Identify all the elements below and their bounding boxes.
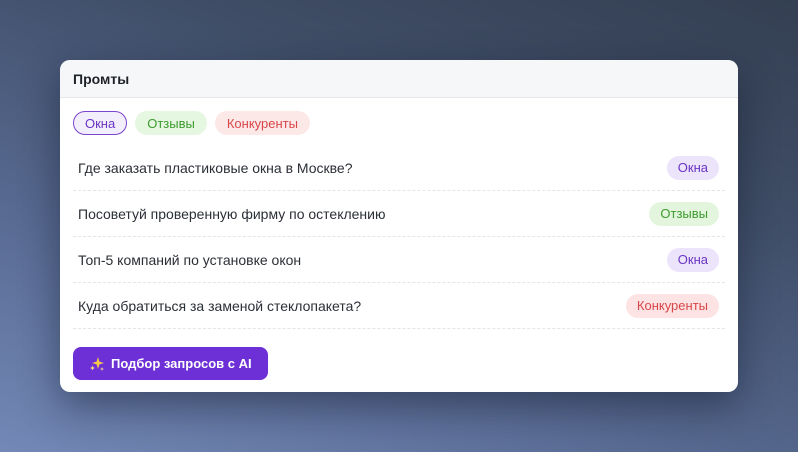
prompt-row[interactable]: Посоветуй проверенную фирму по остеклени… bbox=[73, 191, 725, 237]
prompt-text: Куда обратиться за заменой стеклопакета? bbox=[78, 297, 362, 314]
prompt-text: Топ-5 компаний по установке окон bbox=[78, 251, 302, 268]
card-header: Промты bbox=[60, 60, 738, 98]
prompt-row[interactable]: Топ-5 компаний по установке окон Окна bbox=[73, 237, 725, 283]
prompt-tag: Окна bbox=[666, 155, 719, 180]
prompt-tag: Конкуренты bbox=[625, 293, 719, 318]
filter-chips: Окна Отзывы Конкуренты bbox=[60, 98, 738, 137]
ai-button-label: Подбор запросов с AI bbox=[111, 356, 252, 371]
prompts-card: Промты Окна Отзывы Конкуренты Где заказа… bbox=[60, 60, 738, 392]
prompt-text: Посоветуй проверенную фирму по остеклени… bbox=[78, 205, 386, 222]
card-title: Промты bbox=[73, 70, 130, 87]
prompt-tag: Окна bbox=[666, 247, 719, 272]
filter-chip-competitors[interactable]: Конкуренты bbox=[214, 111, 310, 135]
prompt-list: Где заказать пластиковые окна в Москве? … bbox=[73, 137, 725, 329]
prompt-row[interactable]: Куда обратиться за заменой стеклопакета?… bbox=[73, 283, 725, 329]
prompt-text: Где заказать пластиковые окна в Москве? bbox=[78, 159, 353, 176]
filter-chip-windows[interactable]: Окна bbox=[73, 111, 128, 135]
prompt-tag: Отзывы bbox=[649, 201, 719, 226]
filter-chip-reviews[interactable]: Отзывы bbox=[135, 111, 207, 135]
prompt-row[interactable]: Где заказать пластиковые окна в Москве? … bbox=[73, 145, 725, 191]
sparkles-icon bbox=[89, 356, 105, 372]
ai-query-selection-button[interactable]: Подбор запросов с AI bbox=[73, 347, 268, 380]
